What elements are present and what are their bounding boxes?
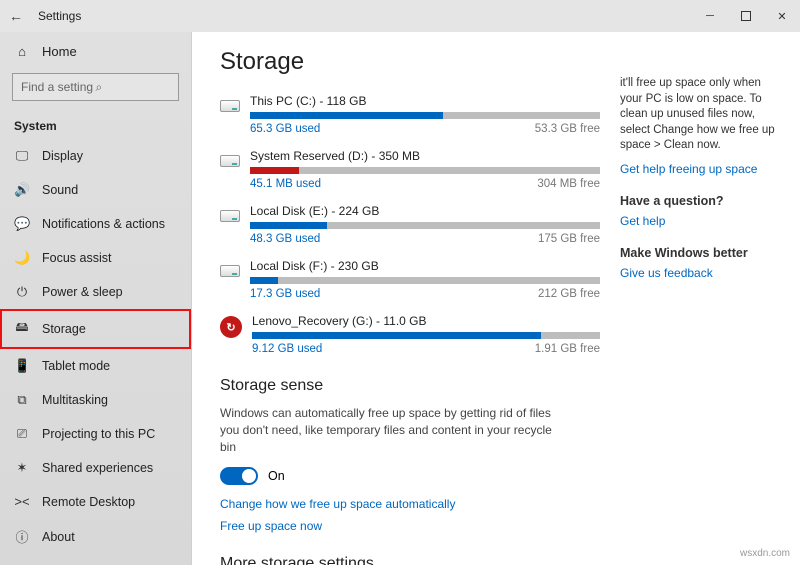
question-heading: Have a question? xyxy=(620,194,784,208)
disk-icon xyxy=(220,100,240,112)
sidebar: ⌂ Home Find a setting ⌕ System 🖵 Display 🔊… xyxy=(0,32,192,565)
sidebar-item-tablet-mode[interactable]: 📱 Tablet mode xyxy=(0,349,191,383)
sidebar-item-shared-experiences[interactable]: ✶ Shared experiences xyxy=(0,451,191,485)
drive-free: 304 MB free xyxy=(537,178,600,190)
storage-sense-desc: Windows can automatically free up space … xyxy=(220,405,560,455)
drive-title: Local Disk (F:) - 230 GB xyxy=(250,259,600,273)
drive-row[interactable]: Local Disk (F:) - 230 GB 17.3 GB used 212 … xyxy=(220,259,600,300)
nav-icon: ⎚ xyxy=(14,426,30,442)
drive-row[interactable]: ↻ Lenovo_Recovery (G:) - 11.0 GB 9.12 GB u… xyxy=(220,314,600,355)
sidebar-item-sound[interactable]: 🔊 Sound xyxy=(0,173,191,207)
nav-label: Multitasking xyxy=(42,393,108,407)
sidebar-item-multitasking[interactable]: ⧉ Multitasking xyxy=(0,383,191,417)
link-get-help[interactable]: Get help xyxy=(620,214,784,228)
nav-label: Focus assist xyxy=(42,251,111,265)
back-button[interactable]: ← xyxy=(0,8,32,24)
nav-label: Shared experiences xyxy=(42,461,153,475)
home-icon: ⌂ xyxy=(14,44,30,59)
drive-title: This PC (C:) - 118 GB xyxy=(250,94,600,108)
link-change-free-up[interactable]: Change how we free up space automaticall… xyxy=(220,497,600,511)
nav-label: Power & sleep xyxy=(42,285,123,299)
drive-used: 65.3 GB used xyxy=(250,123,320,135)
page-title: Storage xyxy=(220,48,600,76)
nav-label: Notifications & actions xyxy=(42,217,165,231)
drive-row[interactable]: This PC (C:) - 118 GB 65.3 GB used 53.3 GB… xyxy=(220,94,600,135)
nav-icon: ⏻ xyxy=(14,284,30,300)
nav-label: Display xyxy=(42,149,83,163)
drive-free: 175 GB free xyxy=(538,233,600,245)
link-help-freeing-space[interactable]: Get help freeing up space xyxy=(620,162,784,176)
nav-icon: >< xyxy=(14,494,30,509)
sidebar-item-about[interactable]: ⓘ About xyxy=(0,518,191,555)
sidebar-item-storage[interactable]: 🖴 Storage xyxy=(0,309,191,349)
toggle-label: On xyxy=(268,469,285,483)
drive-used: 45.1 MB used xyxy=(250,178,321,190)
home-label: Home xyxy=(42,44,77,59)
sidebar-item-power-sleep[interactable]: ⏻ Power & sleep xyxy=(0,275,191,309)
recovery-icon: ↻ xyxy=(220,316,242,338)
drive-free: 1.91 GB free xyxy=(535,343,600,355)
link-free-up-now[interactable]: Free up space now xyxy=(220,519,600,533)
drive-row[interactable]: System Reserved (D:) - 350 MB 45.1 MB use… xyxy=(220,149,600,190)
sidebar-item-remote-desktop[interactable]: >< Remote Desktop xyxy=(0,485,191,518)
content: Storage This PC (C:) - 118 GB 65.3 GB use… xyxy=(192,32,620,565)
home-button[interactable]: ⌂ Home xyxy=(0,38,191,65)
drive-bar xyxy=(250,167,600,174)
nav-icon: 📱 xyxy=(14,358,30,374)
drive-title: Local Disk (E:) - 224 GB xyxy=(250,204,600,218)
drive-bar xyxy=(250,222,600,229)
titlebar: ← Settings ─ ✕ xyxy=(0,0,800,32)
nav-icon: 🔊 xyxy=(14,182,30,198)
drive-free: 212 GB free xyxy=(538,288,600,300)
drive-bar xyxy=(250,277,600,284)
nav-icon: ⓘ xyxy=(14,527,30,546)
drive-free: 53.3 GB free xyxy=(535,123,600,135)
drive-bar xyxy=(250,112,600,119)
close-button[interactable]: ✕ xyxy=(764,0,800,32)
tip-text: it'll free up space only when your PC is… xyxy=(620,76,784,154)
nav-label: Projecting to this PC xyxy=(42,427,155,441)
drive-used: 9.12 GB used xyxy=(252,343,322,355)
nav-label: Tablet mode xyxy=(42,359,110,373)
search-input[interactable]: Find a setting ⌕ xyxy=(12,73,179,101)
aside: it'll free up space only when your PC is… xyxy=(620,32,800,565)
disk-icon xyxy=(220,265,240,277)
drive-used: 17.3 GB used xyxy=(250,288,320,300)
nav-label: Sound xyxy=(42,183,78,197)
nav-icon: 🖴 xyxy=(14,318,30,340)
search-icon: ⌕ xyxy=(96,80,171,95)
drive-used: 48.3 GB used xyxy=(250,233,320,245)
link-feedback[interactable]: Give us feedback xyxy=(620,266,784,280)
nav-label: Remote Desktop xyxy=(42,495,135,509)
nav-icon: 🖵 xyxy=(14,148,30,164)
nav-icon: ⧉ xyxy=(14,392,30,408)
search-placeholder: Find a setting xyxy=(21,80,96,94)
nav-icon: ✶ xyxy=(14,460,30,476)
sidebar-item-focus-assist[interactable]: 🌙 Focus assist xyxy=(0,241,191,275)
maximize-button[interactable] xyxy=(728,0,764,32)
minimize-button[interactable]: ─ xyxy=(692,0,728,32)
better-heading: Make Windows better xyxy=(620,246,784,260)
more-storage-heading: More storage settings xyxy=(220,555,600,565)
drive-title: Lenovo_Recovery (G:) - 11.0 GB xyxy=(252,314,600,328)
nav-icon: 💬 xyxy=(14,216,30,232)
nav-icon: 🌙 xyxy=(14,250,30,266)
nav-label: About xyxy=(42,530,75,544)
disk-icon xyxy=(220,155,240,167)
window-title: Settings xyxy=(38,9,81,23)
disk-icon xyxy=(220,210,240,222)
watermark: wsxdn.com xyxy=(740,548,790,559)
sidebar-item-notifications-actions[interactable]: 💬 Notifications & actions xyxy=(0,207,191,241)
drive-bar xyxy=(252,332,600,339)
storage-sense-heading: Storage sense xyxy=(220,377,600,395)
nav-label: Storage xyxy=(42,322,86,336)
drive-row[interactable]: Local Disk (E:) - 224 GB 48.3 GB used 175 … xyxy=(220,204,600,245)
storage-sense-toggle[interactable] xyxy=(220,467,258,485)
group-header: System xyxy=(0,109,191,139)
sidebar-item-projecting-to-this-pc[interactable]: ⎚ Projecting to this PC xyxy=(0,417,191,451)
drive-title: System Reserved (D:) - 350 MB xyxy=(250,149,600,163)
sidebar-item-display[interactable]: 🖵 Display xyxy=(0,139,191,173)
